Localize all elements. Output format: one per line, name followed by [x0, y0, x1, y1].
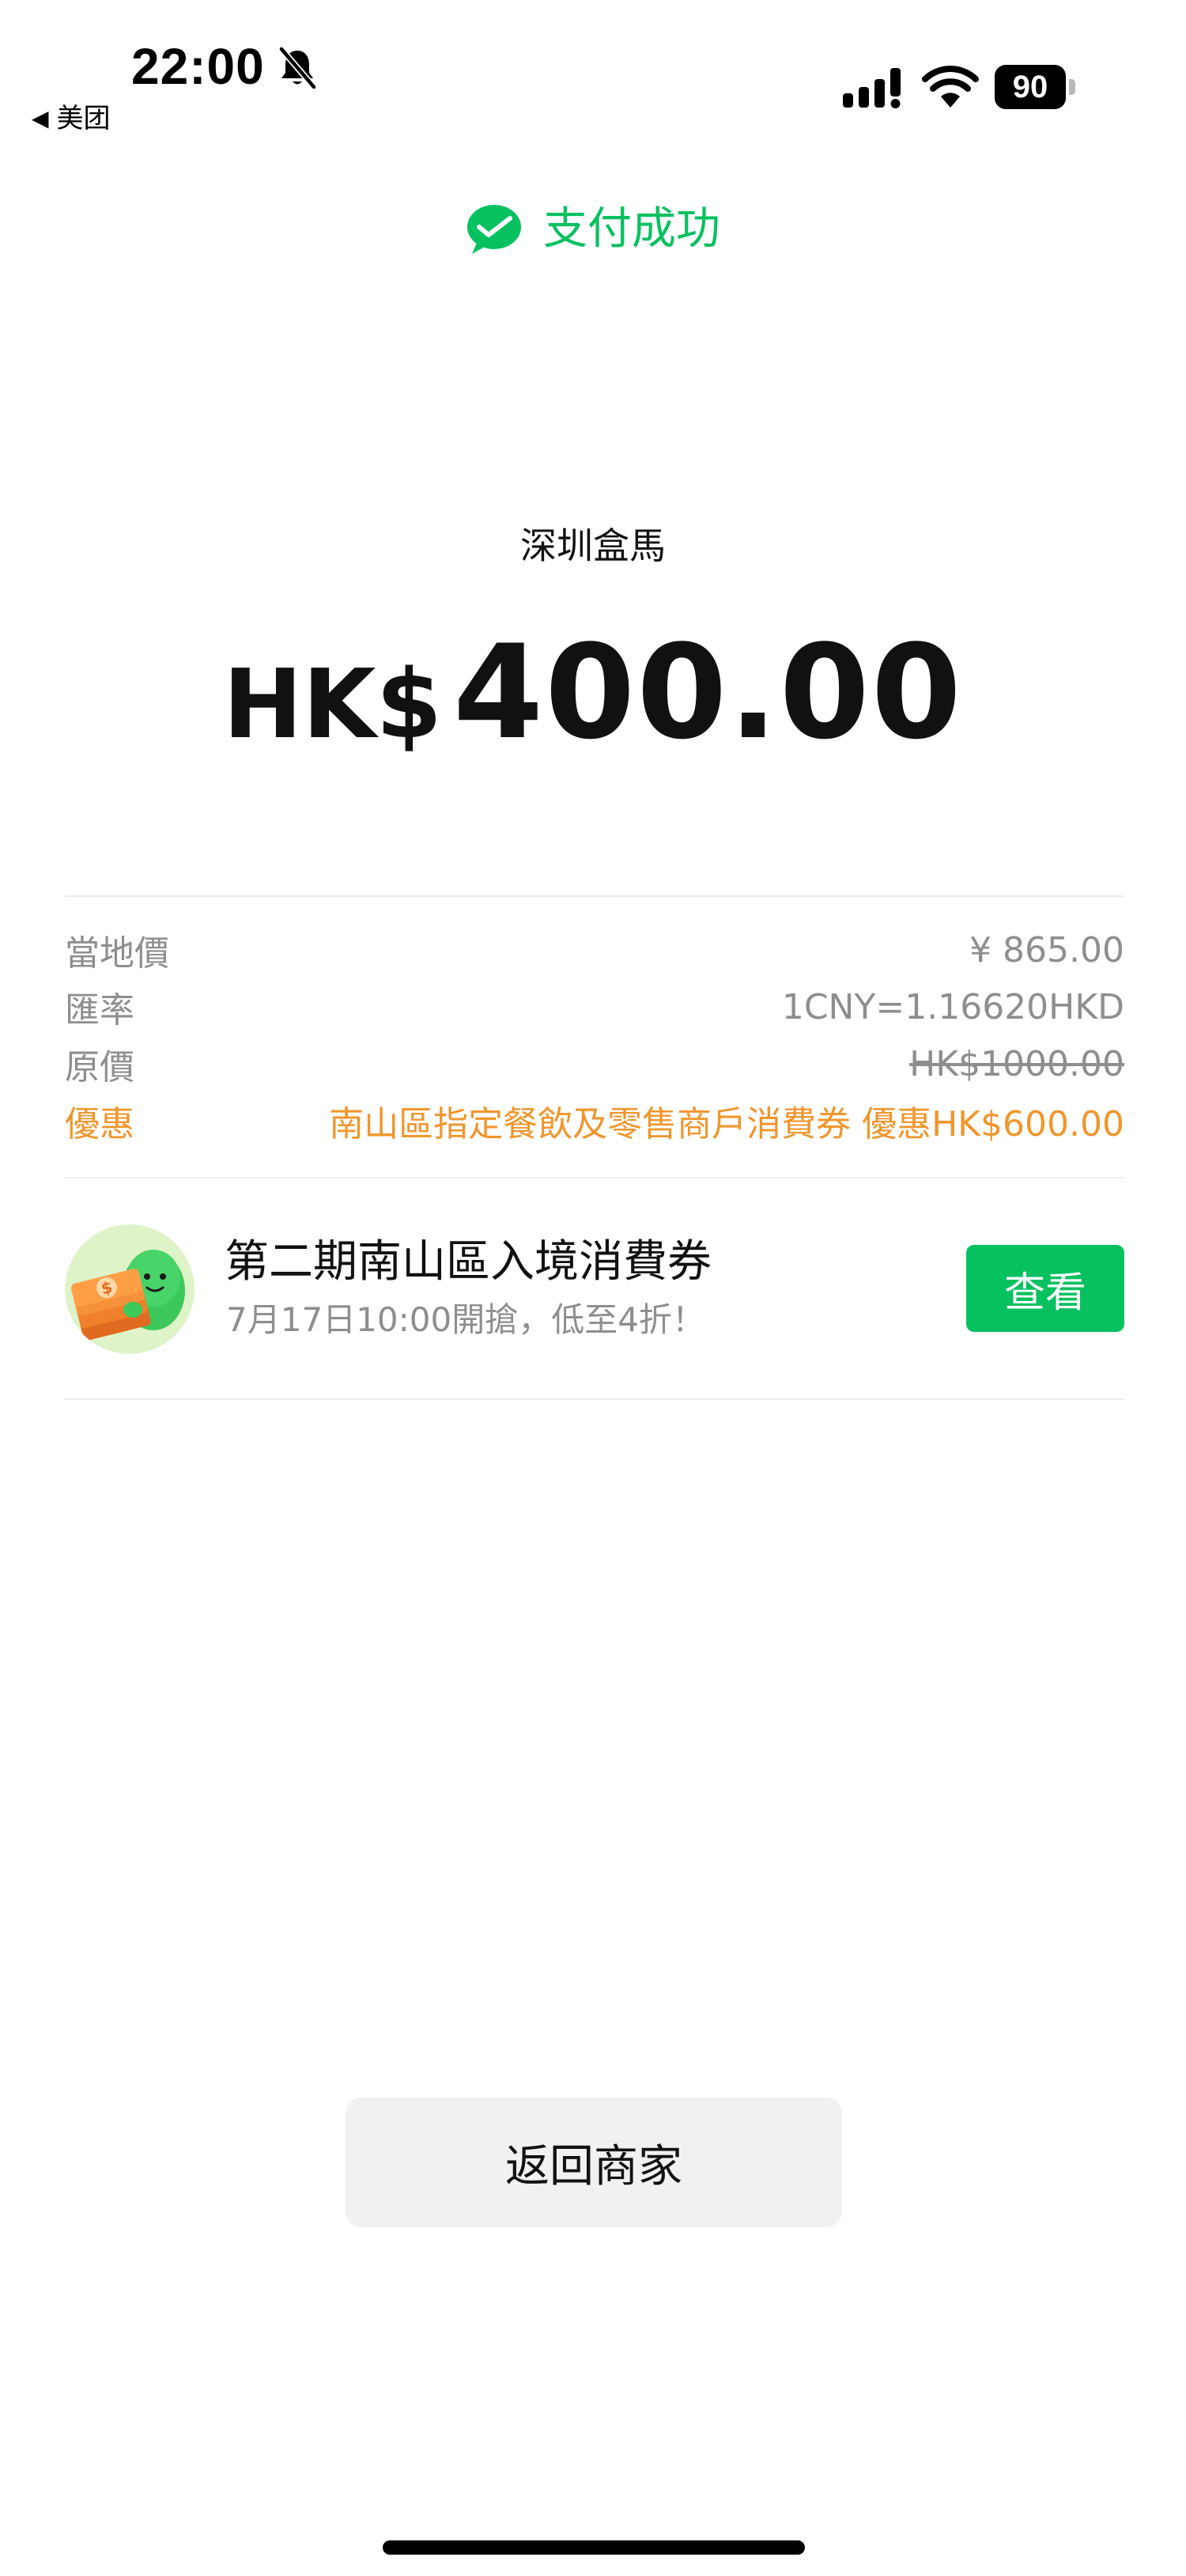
detail-row-original-price: 原價 HK$1000.00: [65, 1036, 1124, 1091]
merchant-name: 深圳盒馬: [520, 524, 666, 567]
promo-title: 第二期南山區入境消費券: [225, 1236, 712, 1288]
wechat-pay-check-icon: [467, 205, 521, 254]
wifi-icon: [922, 66, 979, 108]
discount-value: 南山區指定餐飲及零售商戶消費券 優惠HK$600.00: [329, 1104, 1124, 1144]
return-to-merchant-button[interactable]: 返回商家: [346, 2097, 842, 2227]
promo-subtitle: 7月17日10:00開搶，低至4折！: [226, 1300, 705, 1339]
payment-amount: HK$ 400.00: [0, 617, 1186, 768]
signal-icon: [843, 68, 901, 108]
detail-row-local-price: 當地價 ¥ 865.00: [65, 922, 1124, 978]
battery-level: 90: [995, 65, 1066, 109]
status-time: 22:00: [131, 38, 265, 95]
battery-icon: 90: [995, 65, 1077, 109]
promo-mascot-image[interactable]: $: [65, 1224, 195, 1354]
original-price-value: HK$1000.00: [909, 1043, 1124, 1084]
view-promo-button[interactable]: 查看: [966, 1245, 1124, 1332]
amount-value: 400.00: [453, 617, 963, 768]
back-app-label: 美团: [56, 103, 111, 134]
back-arrow-icon: ◀: [32, 105, 49, 131]
bell-slash-icon: [278, 47, 317, 89]
payment-success-header: 支付成功: [0, 198, 1186, 261]
detail-label: 匯率: [65, 990, 134, 1031]
page-title: 支付成功: [543, 203, 720, 255]
divider: [65, 1177, 1124, 1178]
divider: [65, 895, 1124, 897]
detail-value: ¥ 865.00: [969, 929, 1124, 970]
detail-label: 原價: [65, 1047, 134, 1088]
divider: [65, 1398, 1124, 1400]
voucher-mascot-icon: $: [65, 1224, 195, 1354]
detail-label: 優惠: [65, 1104, 134, 1144]
detail-row-discount: 優惠 南山區指定餐飲及零售商戶消費券 優惠HK$600.00: [65, 1093, 1124, 1148]
detail-label: 當地價: [65, 933, 169, 974]
detail-row-exchange-rate: 匯率 1CNY=1.16620HKD: [65, 979, 1124, 1035]
back-to-app-link[interactable]: ◀ 美团: [32, 101, 111, 136]
home-indicator[interactable]: [383, 2540, 805, 2555]
currency-label: HK$: [223, 650, 443, 760]
detail-value: 1CNY=1.16620HKD: [781, 986, 1124, 1027]
